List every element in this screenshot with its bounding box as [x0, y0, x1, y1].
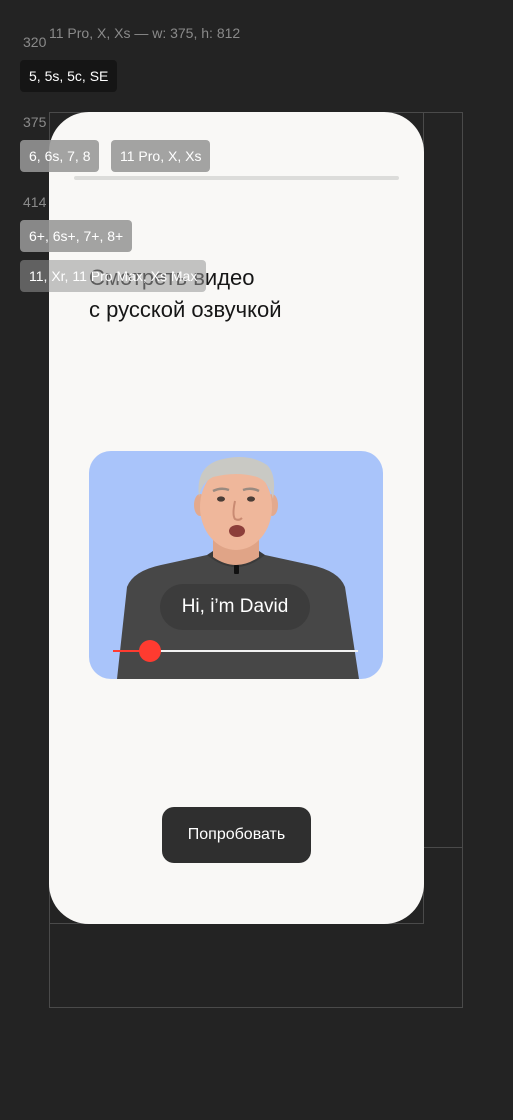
try-button[interactable]: Попробовать [162, 807, 311, 863]
width-label-320: 320 [23, 34, 47, 50]
frame-size-label: 11 Pro, X, Xs — w: 375, h: 812 [49, 25, 241, 41]
device-chip-iphone-plus[interactable]: 6+, 6s+, 7+, 8+ [20, 220, 133, 252]
onboarding-progress-bar [74, 176, 399, 180]
device-chip-iphone-max[interactable]: 11, Xr, 11 Pro Max, Xs Max [20, 260, 207, 292]
width-label-414: 414 [23, 194, 47, 210]
headline-line-2: с русской озвучкой [89, 297, 282, 322]
device-chip-se[interactable]: 5, 5s, 5c, SE [20, 60, 118, 92]
width-label-375: 375 [23, 114, 47, 130]
video-caption: Hi, i’m David [160, 584, 310, 630]
video-scrubber-handle[interactable] [138, 640, 161, 662]
device-chip-iphone-x[interactable]: 11 Pro, X, Xs [111, 140, 211, 172]
device-chip-iphone-8[interactable]: 6, 6s, 7, 8 [20, 140, 100, 172]
video-scrubber[interactable] [113, 640, 358, 662]
presenter-image [117, 457, 359, 679]
video-preview[interactable]: Hi, i’m David [89, 451, 383, 679]
